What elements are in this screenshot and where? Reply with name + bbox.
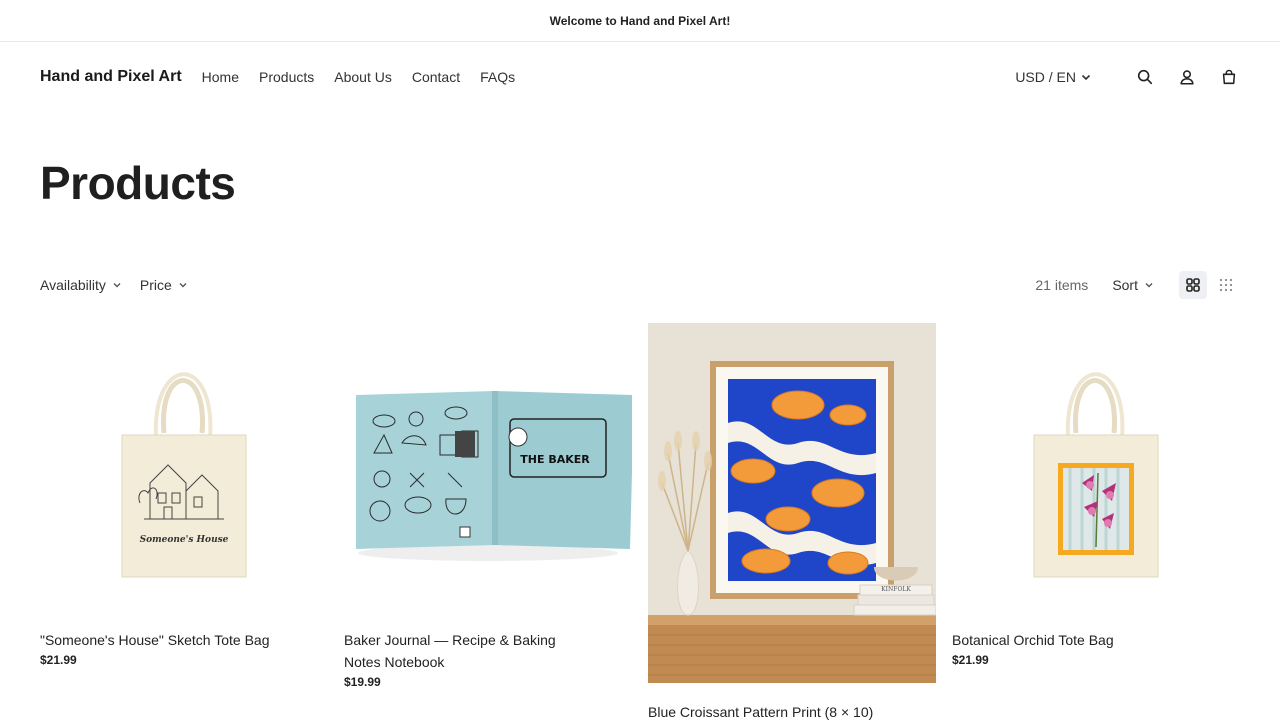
account-button[interactable] [1176,66,1198,88]
grid-small-view-button[interactable] [1212,271,1240,299]
chevron-down-icon [1081,74,1091,81]
cart-button[interactable] [1218,66,1240,88]
chevron-down-icon [179,283,187,288]
availability-filter[interactable]: Availability [40,277,122,293]
product-title[interactable]: Baker Journal — Recipe & Baking Notes No… [344,629,584,673]
header-actions: USD / EN [1015,66,1240,88]
grid-large-icon [1186,278,1200,292]
announcement-bar: Welcome to Hand and Pixel Art! [0,0,1280,42]
product-card[interactable]: KINFOLK Blue Croissant Pattern Print (8 … [648,323,936,720]
filter-bar: Availability Price 21 items Sort [40,270,1240,300]
grid-large-view-button[interactable] [1179,271,1207,299]
account-icon [1180,70,1194,85]
book-spine-label: KINFOLK [881,586,911,593]
locale-label: USD / EN [1015,69,1076,85]
product-card[interactable]: Someone's House "Someone's House" Sketch… [40,323,328,720]
journal-title: THE BAKER [520,453,590,466]
sort-label: Sort [1112,277,1138,293]
product-title[interactable]: Blue Croissant Pattern Print (8 × 10) [648,701,888,720]
product-card[interactable]: Botanical Orchid Tote Bag $21.99 [952,323,1240,720]
nav-contact[interactable]: Contact [412,69,460,85]
product-title[interactable]: "Someone's House" Sketch Tote Bag [40,629,280,651]
tote-bag-illustration [1033,372,1159,578]
chevron-down-icon [113,283,121,288]
nav-products[interactable]: Products [259,69,314,85]
search-button[interactable] [1134,66,1156,88]
product-image-baker-journal[interactable]: THE BAKER [344,323,632,611]
page-title: Products [40,157,236,209]
croissant-print-illustration [648,323,936,683]
announcement-text: Welcome to Hand and Pixel Art! [549,13,731,28]
tote-bag-illustration [121,372,247,578]
nav-faqs[interactable]: FAQs [480,69,515,85]
currency-language-selector[interactable]: USD / EN [1015,69,1092,85]
nav-about-us[interactable]: About Us [334,69,392,85]
site-header: Hand and Pixel Art Home Products About U… [0,43,1280,111]
product-image-croissant-print[interactable]: KINFOLK [648,323,936,683]
availability-label: Availability [40,277,106,293]
product-count: 21 items [1035,277,1089,293]
sort-dropdown[interactable]: Sort [1112,277,1154,293]
notebook-illustration [356,391,632,561]
site-logo[interactable]: Hand and Pixel Art [40,68,182,86]
product-price: $21.99 [952,653,989,667]
cart-icon [1222,69,1236,85]
chevron-down-icon [1145,283,1153,288]
product-price: $21.99 [40,653,77,667]
product-grid: Someone's House "Someone's House" Sketch… [40,323,1240,720]
price-label: Price [139,277,172,293]
product-title[interactable]: Botanical Orchid Tote Bag [952,629,1192,651]
main-nav: Home Products About Us Contact FAQs [202,69,515,85]
product-image-orchid-tote[interactable] [952,323,1240,611]
product-card[interactable]: THE BAKER Baker Journal — Recipe & Bakin… [344,323,632,720]
filter-bar-right: 21 items Sort [1035,271,1240,299]
tote-caption: Someone's House [139,535,229,545]
price-filter[interactable]: Price [140,277,188,293]
nav-home[interactable]: Home [202,69,239,85]
grid-small-icon [1219,278,1233,292]
product-price: $19.99 [344,675,381,689]
search-icon [1137,69,1153,85]
product-image-tote-house[interactable]: Someone's House [40,323,328,611]
